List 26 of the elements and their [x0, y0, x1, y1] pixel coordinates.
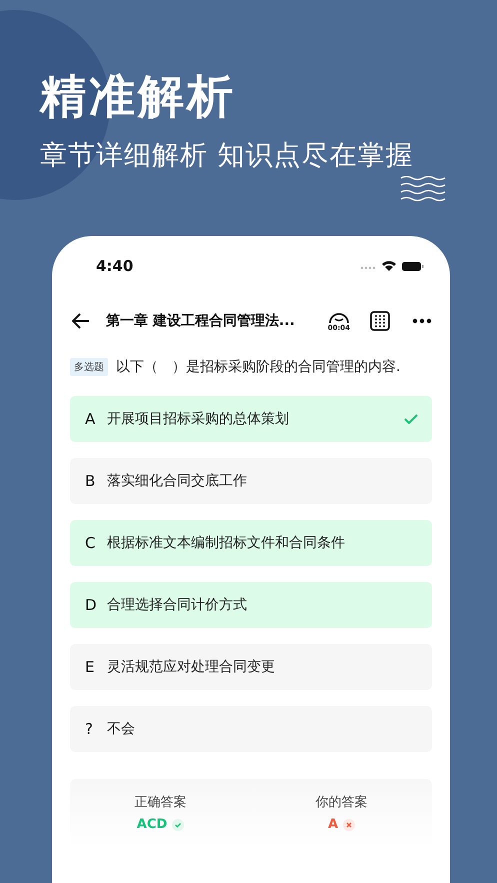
answer-option[interactable]: E 灵活规范应对处理合同变更 — [70, 644, 432, 690]
answer-value: A — [328, 817, 338, 832]
answer-option[interactable]: D 合理选择合同计价方式 — [70, 582, 432, 628]
more-icon[interactable] — [412, 318, 432, 324]
question-text: 以下（ ）是招标采购阶段的合同管理的内容. — [116, 358, 400, 376]
answer-sheet-icon[interactable] — [370, 311, 390, 331]
answer-option[interactable]: A 开展项目招标采购的总体策划 — [70, 396, 432, 442]
chapter-title: 第一章 建设工程合同管理法... — [106, 312, 296, 330]
banner-title: 精准解析 — [40, 68, 237, 125]
signal-icon — [360, 266, 376, 270]
check-icon — [172, 818, 184, 830]
answer-label: 你的答案 — [316, 794, 368, 811]
back-icon[interactable] — [72, 313, 90, 329]
speedometer-icon[interactable] — [328, 310, 350, 324]
battery-icon — [402, 262, 424, 271]
waves-icon — [400, 176, 446, 202]
status-time: 4:40 — [96, 257, 134, 275]
answer-option[interactable]: B 落实细化合同交底工作 — [70, 458, 432, 504]
answer-option[interactable]: C 根据标准文本编制招标文件和合同条件 — [70, 520, 432, 566]
question-type-tag: 多选题 — [70, 358, 108, 376]
answer-value: ACD — [136, 817, 168, 832]
banner-subtitle: 章节详细解析 知识点尽在掌握 — [40, 139, 415, 173]
answer-label: 正确答案 — [134, 794, 186, 811]
close-icon — [343, 818, 356, 830]
answer-option[interactable]: ? 不会 — [70, 706, 432, 752]
wifi-icon — [382, 261, 396, 271]
